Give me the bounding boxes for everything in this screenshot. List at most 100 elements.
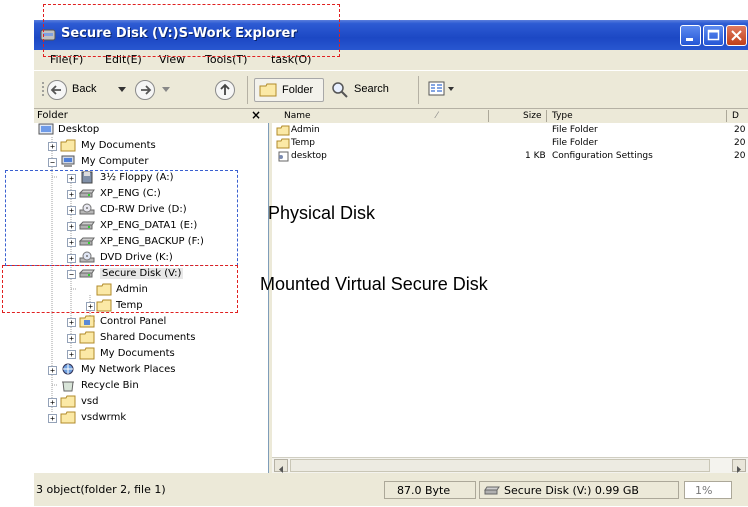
column-size[interactable]: Size [523,111,541,121]
expand-toggle[interactable]: + [67,350,76,359]
sort-indicator-icon: ⁄ [436,111,438,121]
menu-edit[interactable]: Edit(E) [105,53,142,66]
drive-icon [79,269,95,278]
maximize-button[interactable] [703,25,724,46]
back-button[interactable]: Back [46,78,134,102]
file-row[interactable]: desktop 1 KB Configuration Settings 20 [272,151,748,163]
scroll-thumb[interactable] [290,459,710,472]
expand-toggle[interactable]: + [86,302,95,311]
expand-toggle[interactable]: + [67,206,76,215]
file-date: 20 [734,125,746,135]
folder-button[interactable]: Folder [254,78,324,102]
horizontal-scrollbar[interactable] [272,457,748,474]
folder-icon [60,411,76,424]
scroll-right-button[interactable] [732,459,746,473]
expand-toggle[interactable]: + [67,318,76,327]
tree-node-label: vsd [81,396,99,407]
folder-label: Folder [282,84,314,96]
folder-icon [276,138,290,149]
tree-node-label: XP_ENG_BACKUP (F:) [100,236,204,247]
status-usage-cell: 1% [684,481,732,499]
dropdown-arrow-icon [448,87,454,91]
folder-icon [276,125,290,136]
views-button[interactable] [428,80,458,100]
tree-node-label: Secure Disk (V:) [100,268,184,279]
explorer-window: Secure Disk (V:)S-Work Explorer File(F) … [34,20,748,506]
toolbar-separator [418,76,419,104]
expand-toggle[interactable]: + [67,238,76,247]
dropdown-arrow-icon [162,87,170,92]
expand-toggle[interactable]: + [67,222,76,231]
menu-file[interactable]: File(F) [50,53,83,66]
file-type: File Folder [552,138,598,148]
column-type[interactable]: Type [552,111,573,121]
physical-disk-label: Physical Disk [268,203,376,223]
expand-toggle[interactable]: + [48,398,57,407]
menu-view[interactable]: View [159,53,185,66]
status-disk: Secure Disk (V:) 0.99 GB [504,484,639,497]
minimize-button[interactable] [680,25,701,46]
file-row[interactable]: Admin File Folder 20 [272,125,748,137]
folder-tree: Desktop + My Documents − My Computer + 3… [34,123,269,473]
folder-panel-close-button[interactable]: × [251,108,261,122]
folder-icon [96,283,112,296]
status-object-count: 3 object(folder 2, file 1) [36,483,166,496]
forward-button[interactable] [134,78,174,102]
drive-icon [79,237,95,246]
menu-tools[interactable]: Tools(T) [205,53,247,66]
expand-toggle[interactable]: + [67,190,76,199]
column-separator[interactable] [726,110,727,122]
expand-toggle[interactable]: + [67,174,76,183]
file-name: desktop [291,151,327,161]
forward-arrow-icon [135,80,155,100]
search-button[interactable]: Search [329,78,409,102]
column-separator[interactable] [488,110,489,122]
tree-node-label: Recycle Bin [81,380,139,391]
dropdown-arrow-icon [118,87,126,92]
title-bar[interactable]: Secure Disk (V:)S-Work Explorer [34,20,748,50]
file-size: 1 KB [525,151,546,161]
close-button[interactable] [726,25,747,46]
drive-icon [484,486,500,495]
folder-icon [60,395,76,408]
desktop-icon [38,123,54,135]
menu-bar: File(F) Edit(E) View Tools(T) task(O) [34,50,748,69]
tree-node-label: My Documents [81,140,156,151]
up-folder-button[interactable] [214,78,238,102]
toolbar-separator [247,76,248,104]
menu-task[interactable]: task(O) [271,53,311,66]
collapse-toggle[interactable]: − [48,158,57,167]
settings-file-icon [278,151,289,162]
expand-toggle[interactable]: + [48,366,57,375]
expand-toggle[interactable]: + [67,254,76,263]
recycle-bin-icon [62,381,74,392]
column-date[interactable]: D [732,111,739,121]
search-icon [332,82,348,98]
file-type: File Folder [552,125,598,135]
tree-node-label: Desktop [58,124,100,135]
window-title: Secure Disk (V:)S-Work Explorer [61,26,297,41]
tree-node-label: Control Panel [100,316,167,327]
maximize-icon [707,29,720,41]
search-label: Search [354,83,389,95]
scroll-left-button[interactable] [274,459,288,473]
tree-node-label: My Network Places [81,364,176,375]
expand-toggle[interactable]: + [67,334,76,343]
back-arrow-icon [47,80,67,100]
column-separator[interactable] [546,110,547,122]
file-date: 20 [734,138,746,148]
collapse-toggle[interactable]: − [67,270,76,279]
tree-node-label: vsdwrmk [81,412,127,423]
expand-toggle[interactable]: + [48,142,57,151]
expand-toggle[interactable]: + [48,414,57,423]
tree-node-label: Shared Documents [100,332,196,343]
drive-icon [79,221,95,230]
column-name[interactable]: Name [284,111,311,121]
file-row[interactable]: Temp File Folder 20 [272,138,748,150]
floppy-icon [81,171,93,184]
folder-icon [79,331,95,344]
dvd-drive-icon [79,251,95,263]
up-arrow-icon [215,80,235,100]
folder-icon [79,347,95,360]
toolbar: Back Folder Search [34,70,748,109]
